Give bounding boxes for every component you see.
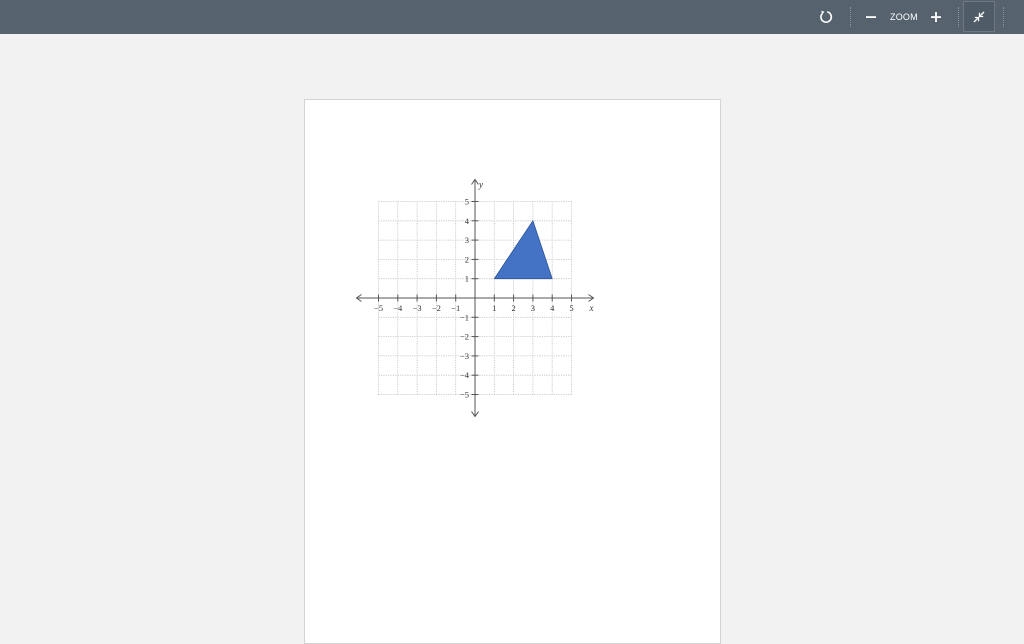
rotate-button[interactable]: [814, 0, 838, 34]
y-tick-label: 5: [465, 197, 469, 207]
x-tick-label: −5: [374, 303, 383, 313]
y-tick-label: −3: [460, 351, 469, 361]
x-tick-label: −4: [393, 303, 403, 313]
collapse-button[interactable]: [963, 1, 995, 32]
y-tick-label: 2: [465, 254, 469, 264]
coordinate-plane: −5 −4 −3 −2 −1 1 2 3 4 5 5 4 3 2 1 −1 −2 −3 −4 −5 x y: [355, 178, 595, 418]
y-tick-label: 4: [465, 216, 470, 226]
y-axis-label: y: [478, 180, 483, 190]
y-tick-label: 1: [465, 274, 469, 284]
x-tick-label: −1: [451, 303, 460, 313]
toolbar-separator: [850, 7, 851, 27]
rotate-icon: [820, 10, 833, 23]
x-axis-label: x: [589, 303, 594, 313]
y-tick-label: −1: [460, 312, 469, 322]
toolbar-separator: [958, 7, 959, 27]
axes: [355, 178, 595, 418]
y-tick-label: −4: [460, 370, 470, 380]
y-tick-label: 3: [465, 235, 469, 245]
zoom-out-button[interactable]: [860, 0, 882, 34]
toolbar-separator: [1003, 7, 1004, 27]
x-tick-label: 5: [569, 303, 573, 313]
y-tick-label: −2: [460, 332, 469, 342]
x-tick-label: 4: [550, 303, 555, 313]
x-tick-label: 3: [531, 303, 535, 313]
triangle: [493, 219, 553, 280]
tick-labels: −5 −4 −3 −2 −1 1 2 3 4 5 5 4 3 2 1 −1 −2 −3 −4 −5 x y: [374, 180, 594, 400]
x-tick-label: 2: [511, 303, 515, 313]
minus-icon: [866, 16, 876, 18]
document-page: −5 −4 −3 −2 −1 1 2 3 4 5 5 4 3 2 1 −1 −2 −3 −4 −5 x y: [304, 99, 721, 644]
y-tick-label: −5: [460, 390, 469, 400]
x-tick-label: −2: [432, 303, 441, 313]
triangle-layer: [493, 219, 553, 280]
x-tick-label: −3: [413, 303, 422, 313]
toolbar: ZOOM: [0, 0, 1024, 34]
zoom-label: ZOOM: [890, 12, 918, 22]
plus-icon: [931, 12, 941, 22]
collapse-arrows-icon: [973, 11, 985, 22]
zoom-in-button[interactable]: [925, 0, 947, 34]
x-tick-label: 1: [492, 303, 496, 313]
